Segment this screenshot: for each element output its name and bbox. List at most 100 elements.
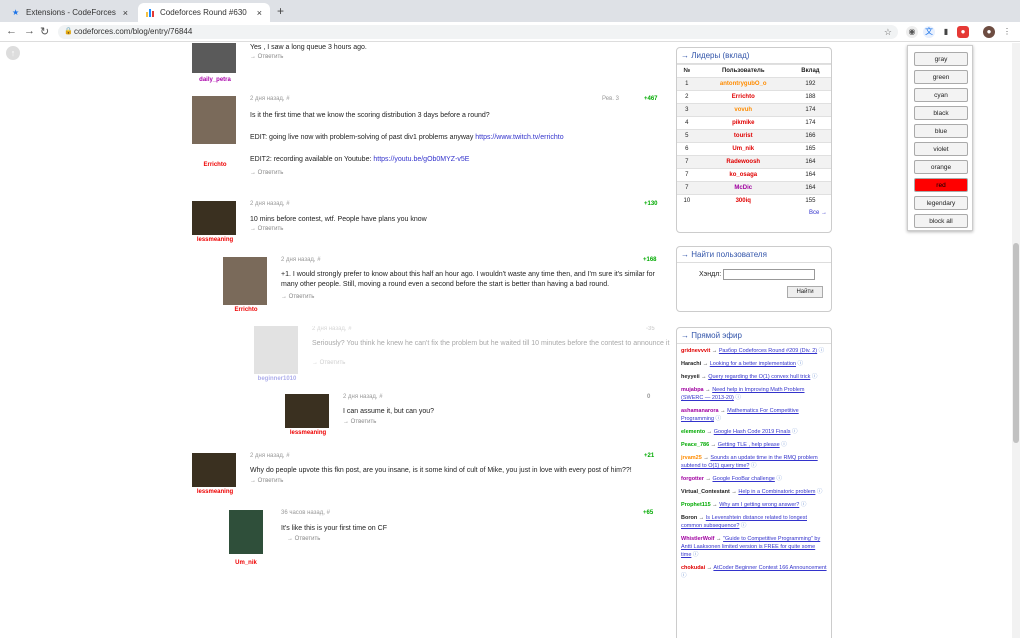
- stats-extension-icon[interactable]: ▮: [940, 26, 952, 38]
- live-topic-link[interactable]: Help in a Combinatoric problem: [738, 489, 815, 495]
- comments-icon[interactable]: ⓘ: [796, 361, 803, 367]
- live-topic-link[interactable]: Getting TLE , help please: [718, 442, 780, 448]
- reply-link[interactable]: → Ответить: [343, 419, 376, 425]
- globe-extension-icon[interactable]: ◉: [906, 26, 918, 38]
- avatar[interactable]: [192, 201, 236, 235]
- reply-link[interactable]: → Ответить: [250, 226, 283, 232]
- leader-handle[interactable]: Errichto: [696, 90, 790, 104]
- live-topic-link[interactable]: AtCoder Beginner Contest 166 Announcemen…: [713, 565, 826, 571]
- reply-link[interactable]: → Ответить: [312, 360, 345, 366]
- live-user[interactable]: Virtual_Contestant: [681, 489, 730, 495]
- avatar[interactable]: [254, 326, 298, 374]
- reply-link[interactable]: → Ответить: [287, 536, 320, 542]
- live-user[interactable]: Peace_786: [681, 442, 709, 448]
- comments-icon[interactable]: ⓘ: [749, 463, 757, 469]
- tab-close-icon[interactable]: ×: [257, 8, 262, 18]
- scroll-up-icon[interactable]: ↑: [6, 46, 20, 60]
- live-topic-link[interactable]: Google Hash Code 2019 Finals: [714, 429, 791, 435]
- reply-link[interactable]: → Ответить: [250, 478, 283, 484]
- comment-author[interactable]: lessmeaning: [180, 237, 250, 243]
- comments-icon[interactable]: ⓘ: [790, 429, 798, 435]
- color-button-blue[interactable]: blue: [914, 124, 968, 138]
- comment-author[interactable]: Errichto: [211, 307, 281, 313]
- color-button-cyan[interactable]: cyan: [914, 88, 968, 102]
- color-button-violet[interactable]: violet: [914, 142, 968, 156]
- leader-handle[interactable]: tourist: [696, 129, 790, 143]
- color-button-legendary[interactable]: legendary: [914, 196, 968, 210]
- live-user[interactable]: Boron: [681, 515, 697, 521]
- forward-arrow-icon[interactable]: →: [24, 25, 35, 37]
- handle-input[interactable]: [723, 269, 815, 280]
- live-topic-link[interactable]: Разбор Codeforces Round #209 (Div. 2): [719, 348, 817, 354]
- leader-handle[interactable]: Radewoosh: [696, 155, 790, 169]
- comments-icon[interactable]: ⓘ: [691, 552, 699, 558]
- live-user[interactable]: WhistlerWolf: [681, 536, 715, 542]
- avatar[interactable]: [192, 453, 236, 487]
- live-topic-link[interactable]: Query regarding the O(1) convex hull tri…: [708, 374, 810, 380]
- twitch-link[interactable]: https://www.twitch.tv/errichto: [475, 134, 563, 141]
- live-user[interactable]: Harachi: [681, 361, 701, 367]
- leader-handle[interactable]: pikmike: [696, 116, 790, 130]
- comment-author[interactable]: Um_nik: [211, 560, 281, 566]
- profile-avatar[interactable]: ●: [983, 26, 995, 38]
- menu-kebab-icon[interactable]: ⋮: [1001, 26, 1013, 38]
- address-bar[interactable]: 🔒 codeforces.com/blog/entry/76844 ☆: [58, 25, 898, 39]
- translate-extension-icon[interactable]: 文: [923, 26, 935, 38]
- live-topic-link[interactable]: Why am I getting wrong answer?: [719, 502, 799, 508]
- find-button[interactable]: Найти: [787, 286, 823, 298]
- avatar[interactable]: [229, 510, 263, 554]
- avatar[interactable]: [285, 394, 329, 428]
- comments-icon[interactable]: ⓘ: [780, 442, 787, 448]
- comments-icon[interactable]: ⓘ: [817, 348, 825, 354]
- reply-link[interactable]: → Ответить: [281, 294, 314, 300]
- avatar[interactable]: [192, 43, 236, 73]
- live-user[interactable]: forgotter: [681, 476, 704, 482]
- color-button-block-all[interactable]: block all: [914, 214, 968, 228]
- vertical-scrollbar[interactable]: [1012, 43, 1020, 638]
- color-button-orange[interactable]: orange: [914, 160, 968, 174]
- live-user[interactable]: Prophet115: [681, 502, 711, 508]
- leader-handle[interactable]: Um_nik: [696, 142, 790, 156]
- live-user[interactable]: heyyeii: [681, 374, 700, 380]
- reply-link[interactable]: → Ответить: [250, 170, 283, 176]
- comment-author[interactable]: beginner1010: [242, 376, 312, 382]
- comment-author[interactable]: lessmeaning: [180, 489, 250, 495]
- live-topic-link[interactable]: Looking for a better implementation: [710, 361, 796, 367]
- color-button-black[interactable]: black: [914, 106, 968, 120]
- bookmark-star-icon[interactable]: ☆: [884, 25, 892, 39]
- color-button-green[interactable]: green: [914, 70, 968, 84]
- color-button-red[interactable]: red: [914, 178, 968, 192]
- revision-label[interactable]: Рев. 3: [602, 96, 619, 102]
- live-user[interactable]: jrvam25: [681, 455, 702, 461]
- comment-author[interactable]: daily_petra: [180, 77, 250, 83]
- comments-icon[interactable]: ⓘ: [714, 416, 722, 422]
- scrollbar-thumb[interactable]: [1013, 243, 1019, 443]
- live-user[interactable]: ashamanarora: [681, 408, 719, 414]
- leader-handle[interactable]: ko_osaga: [696, 168, 790, 182]
- tab-close-icon[interactable]: ×: [123, 8, 128, 18]
- avatar[interactable]: [192, 96, 236, 144]
- reply-link[interactable]: → Ответить: [250, 54, 283, 60]
- comment-author[interactable]: lessmeaning: [273, 430, 343, 436]
- avatar[interactable]: [223, 257, 267, 305]
- live-user[interactable]: elemento: [681, 429, 705, 435]
- comments-icon[interactable]: ⓘ: [799, 502, 807, 508]
- live-user[interactable]: mujabpa: [681, 387, 704, 393]
- comments-icon[interactable]: ⓘ: [739, 523, 747, 529]
- leader-handle[interactable]: antontrygubO_o: [696, 77, 790, 91]
- codeforces-color-extension-icon[interactable]: ●: [957, 26, 969, 38]
- live-topic-link[interactable]: Google FooBar challenge: [712, 476, 774, 482]
- back-arrow-icon[interactable]: ←: [6, 25, 17, 37]
- comments-icon[interactable]: ⓘ: [815, 489, 823, 495]
- tab-codeforces[interactable]: Codeforces Round #630 ×: [138, 3, 270, 22]
- leader-handle[interactable]: 300iq: [696, 194, 790, 208]
- leader-handle[interactable]: McDic: [696, 181, 790, 195]
- leaders-more-link[interactable]: Все →: [677, 208, 831, 218]
- youtube-link[interactable]: https://youtu.be/gOb0MYZ-v5E: [373, 156, 469, 163]
- live-user[interactable]: chokudai: [681, 565, 705, 571]
- comment-author[interactable]: Errichto: [180, 162, 250, 168]
- comments-icon[interactable]: ⓘ: [775, 476, 782, 482]
- color-button-gray[interactable]: gray: [914, 52, 968, 66]
- leader-handle[interactable]: vovuh: [696, 103, 790, 117]
- new-tab-button[interactable]: +: [277, 4, 284, 18]
